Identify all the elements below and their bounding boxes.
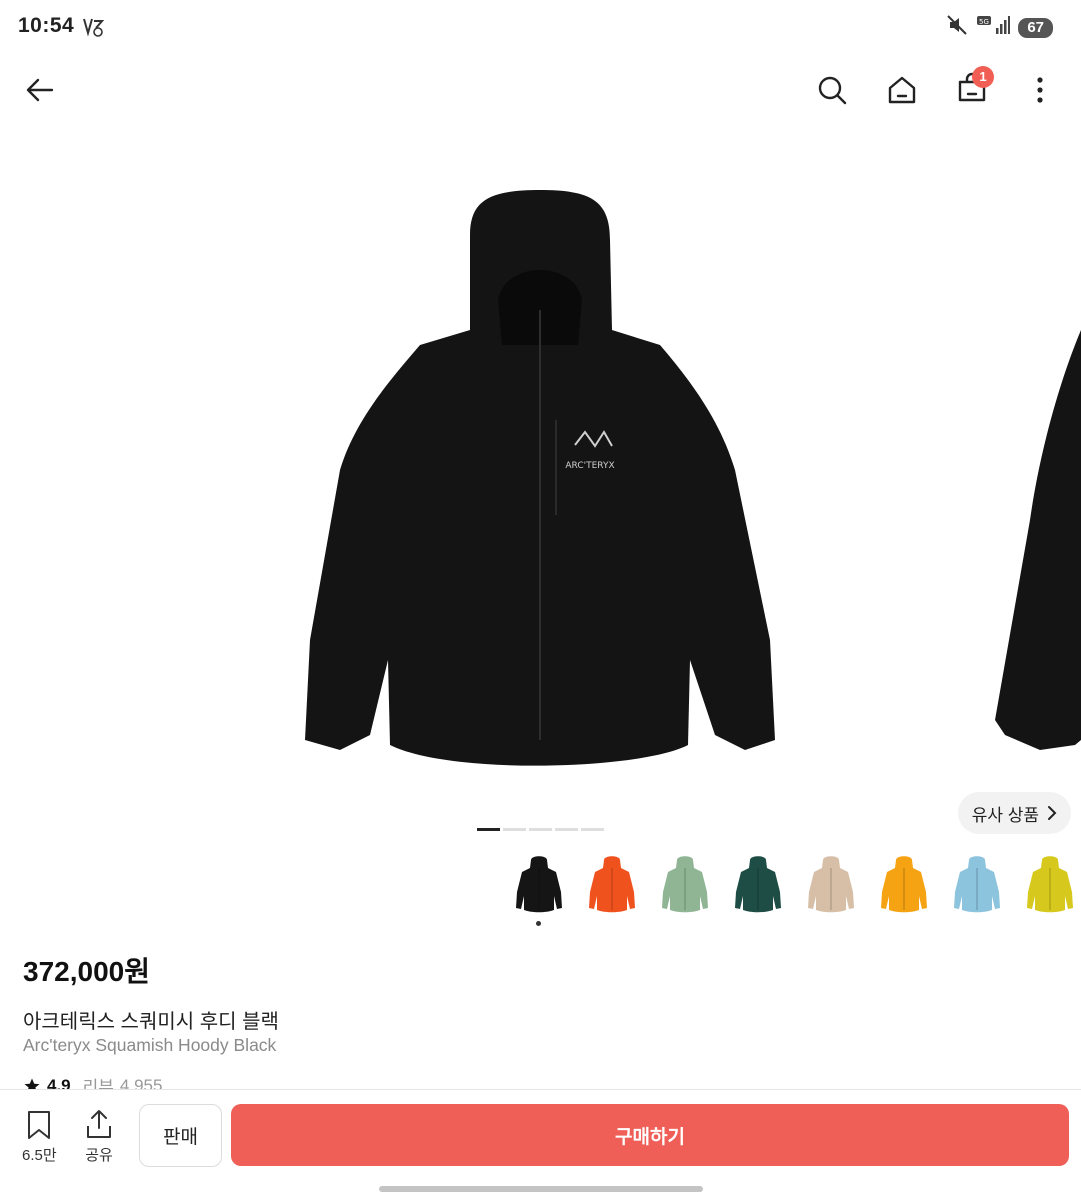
jacket-thumbnail: [1026, 856, 1073, 913]
share-button[interactable]: 공유: [84, 1108, 114, 1165]
product-title-korean: 아크테릭스 스쿼미시 후디 블랙: [23, 1011, 279, 1033]
more-button[interactable]: [1016, 66, 1064, 114]
color-swatch-dark-green[interactable]: [728, 848, 787, 918]
save-count: 6.5만: [22, 1147, 57, 1164]
sell-button[interactable]: 판매: [139, 1104, 222, 1167]
color-swatch-yellow[interactable]: [874, 848, 933, 918]
buy-label: 구매하기: [615, 1126, 685, 1148]
gallery-dot: [529, 828, 552, 831]
network-status-icon: [82, 16, 105, 43]
jacket-thumbnail: [588, 856, 635, 913]
share-label: 공유: [85, 1147, 113, 1164]
more-vertical-icon: [1037, 77, 1043, 103]
color-swatch-lime[interactable]: [1020, 848, 1079, 918]
brand-logo-text: ARC'TERYX: [565, 461, 614, 471]
back-button[interactable]: [16, 66, 64, 114]
jacket-thumbnail: [880, 856, 927, 913]
color-swatch-orange[interactable]: [582, 848, 641, 918]
product-title-english: Arc'teryx Squamish Hoody Black: [23, 1035, 277, 1055]
home-icon: [888, 76, 916, 104]
jacket-thumbnail: [953, 856, 1000, 913]
jacket-thumbnail: [734, 856, 781, 913]
signal-5g-icon: 5G: [976, 14, 1011, 41]
color-swatch-black[interactable]: [509, 848, 568, 926]
jacket-thumbnail: [807, 856, 854, 913]
home-indicator[interactable]: [379, 1186, 703, 1192]
search-icon: [818, 76, 847, 105]
sell-label: 판매: [163, 1127, 198, 1148]
status-right-group: 5G 67: [946, 14, 1053, 41]
gallery-dot: [477, 828, 500, 831]
selected-indicator: [536, 921, 541, 926]
gallery-dot: [581, 828, 604, 831]
jacket-thumbnail: [661, 856, 708, 913]
similar-products-label: 유사 상품: [971, 805, 1039, 825]
product-image-gallery[interactable]: ARC'TERYX: [0, 130, 1081, 850]
gallery-pagination: [477, 828, 604, 831]
save-button[interactable]: 6.5만: [22, 1110, 57, 1165]
jacket-thumbnail: [515, 856, 562, 913]
color-swatch-sage[interactable]: [655, 848, 714, 918]
buy-button[interactable]: 구매하기: [231, 1104, 1069, 1166]
cart-button[interactable]: 1: [948, 65, 996, 114]
cart-count-badge: 1: [972, 65, 994, 88]
gallery-dot: [555, 828, 578, 831]
status-time: 10:54: [18, 14, 75, 37]
similar-products-button[interactable]: 유사 상품: [957, 792, 1071, 834]
share-icon: [87, 1110, 111, 1138]
mute-icon: [946, 14, 968, 41]
search-button[interactable]: [808, 66, 856, 114]
home-button[interactable]: [878, 66, 926, 114]
svg-text:5G: 5G: [979, 18, 989, 26]
arrow-left-icon: [26, 78, 54, 102]
product-price: 372,000원: [23, 956, 150, 987]
color-options: [509, 848, 1079, 926]
color-swatch-beige[interactable]: [801, 848, 860, 918]
product-image: ARC'TERYX: [305, 190, 1081, 766]
gallery-dot: [503, 828, 526, 831]
battery-indicator: 67: [1018, 17, 1053, 38]
bookmark-icon: [28, 1111, 51, 1139]
color-swatch-light-blue[interactable]: [947, 848, 1006, 918]
chevron-right-icon: [1048, 806, 1057, 820]
